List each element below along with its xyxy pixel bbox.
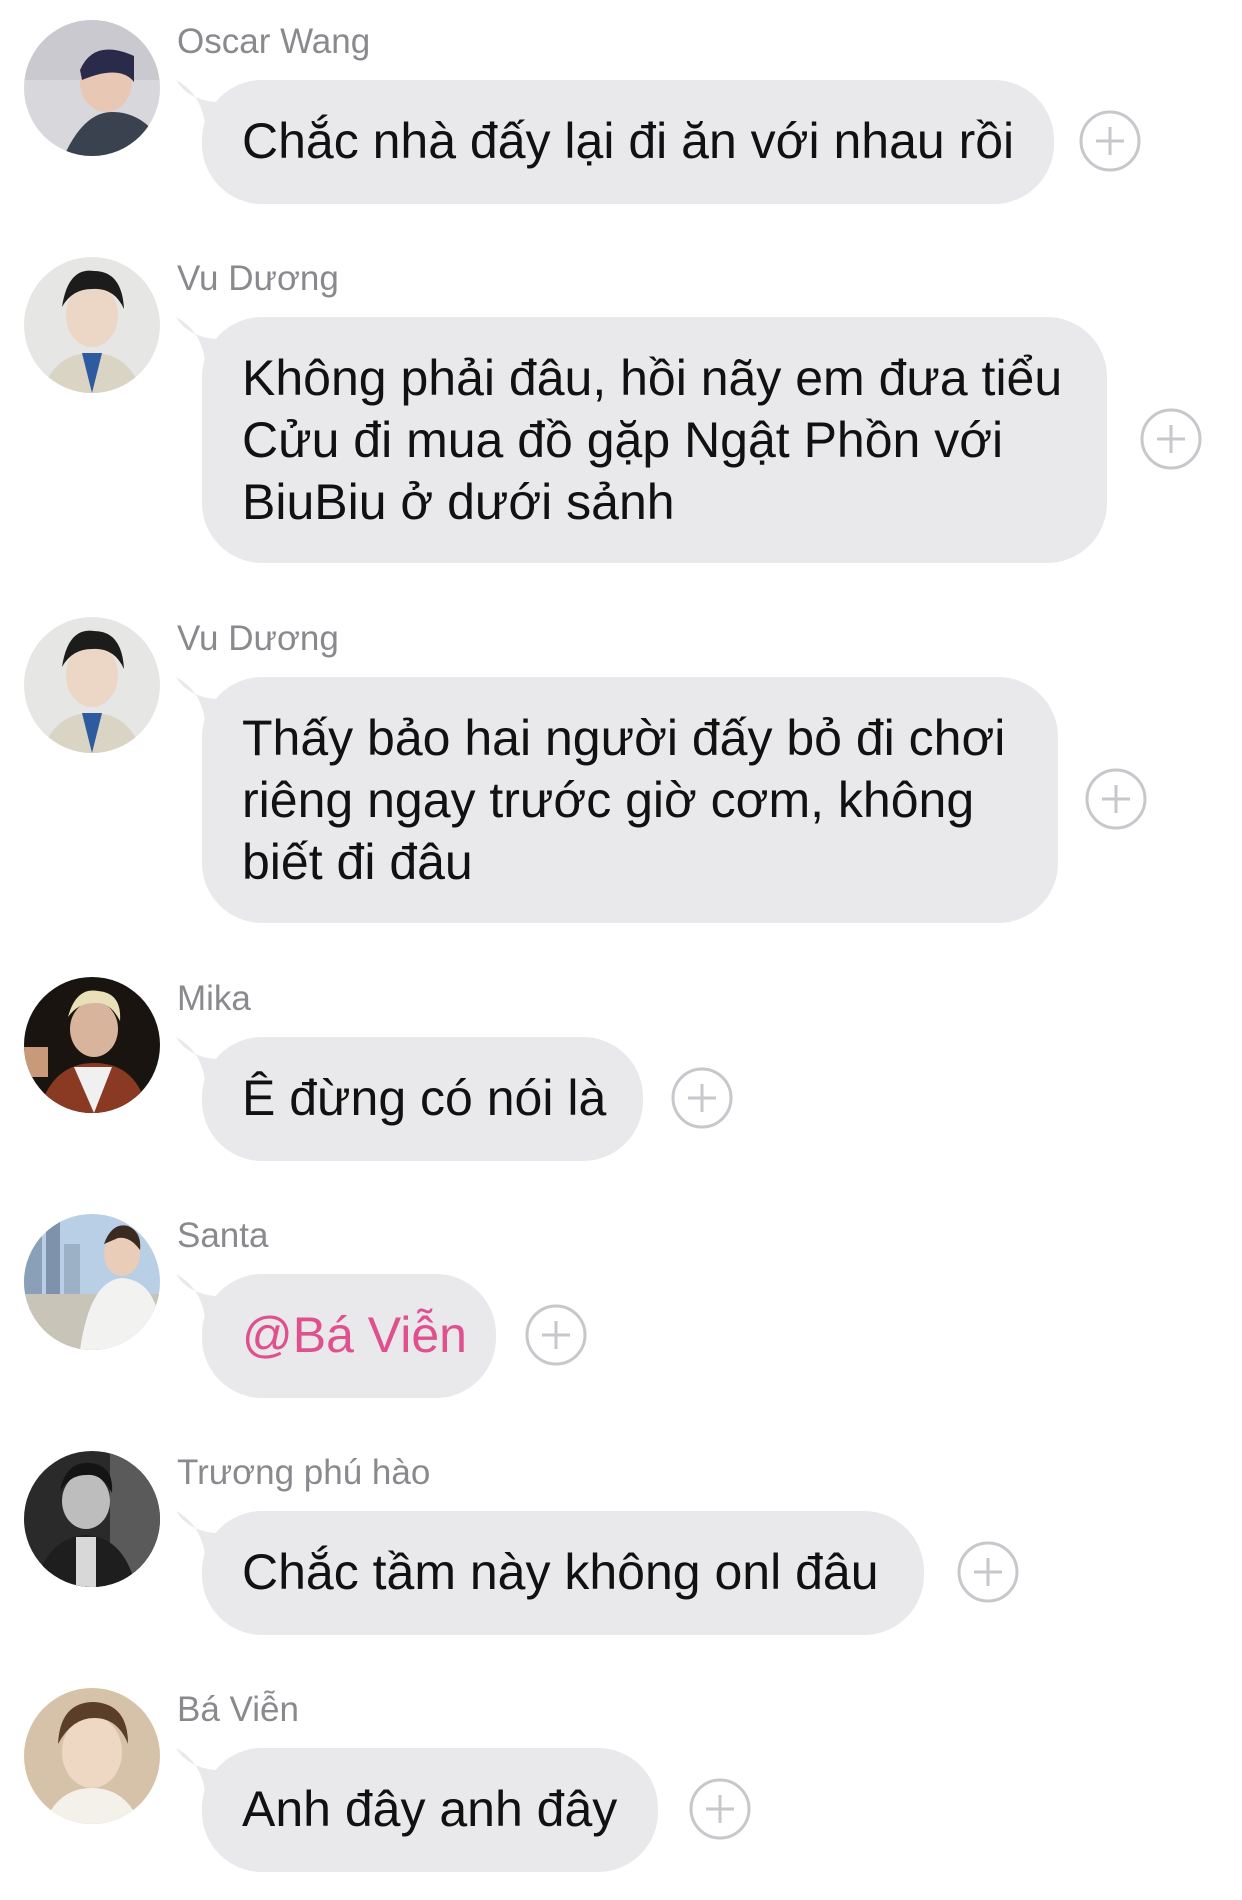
plus-circle-icon[interactable] — [957, 1541, 1019, 1603]
message-text: Ê đừng có nói là — [242, 1070, 607, 1126]
sender-name: Vu Dương — [177, 259, 339, 298]
avatar[interactable] — [24, 1451, 160, 1587]
sender-name: Oscar Wang — [177, 22, 371, 61]
mention-link[interactable]: @Bá Viễn — [242, 1307, 467, 1363]
message-text: Thấy bảo hai người đấy bỏ đi chơi riêng … — [242, 710, 1006, 890]
avatar[interactable] — [24, 617, 160, 753]
plus-circle-icon[interactable] — [671, 1067, 733, 1129]
plus-circle-icon[interactable] — [1085, 768, 1147, 830]
plus-circle-icon[interactable] — [525, 1304, 587, 1366]
message-text: Không phải đâu, hồi nãy em đưa tiểu Cửu … — [242, 350, 1063, 530]
sender-name: Mika — [177, 979, 251, 1018]
message-text: Anh đây anh đây — [242, 1781, 618, 1837]
sender-name: Santa — [177, 1216, 269, 1255]
message-bubble[interactable]: Anh đây anh đây — [202, 1748, 658, 1872]
avatar[interactable] — [24, 1214, 160, 1350]
avatar[interactable] — [24, 977, 160, 1113]
message-bubble[interactable]: Chắc nhà đấy lại đi ăn với nhau rồi — [202, 80, 1054, 204]
avatar[interactable] — [24, 257, 160, 393]
plus-circle-icon[interactable] — [1079, 110, 1141, 172]
plus-circle-icon[interactable] — [1140, 408, 1202, 470]
message-text: Chắc nhà đấy lại đi ăn với nhau rồi — [242, 113, 1015, 169]
sender-name: Trương phú hào — [177, 1453, 431, 1492]
message-bubble[interactable]: @Bá Viễn — [202, 1274, 496, 1398]
sender-name: Bá Viễn — [177, 1690, 299, 1729]
message-bubble[interactable]: Ê đừng có nói là — [202, 1037, 643, 1161]
plus-circle-icon[interactable] — [689, 1778, 751, 1840]
avatar[interactable] — [24, 1688, 160, 1824]
message-bubble[interactable]: Thấy bảo hai người đấy bỏ đi chơi riêng … — [202, 677, 1058, 923]
sender-name: Vu Dương — [177, 619, 339, 658]
avatar[interactable] — [24, 20, 160, 156]
message-text: Chắc tầm này không onl đâu — [242, 1544, 879, 1600]
message-bubble[interactable]: Chắc tầm này không onl đâu — [202, 1511, 924, 1635]
message-bubble[interactable]: Không phải đâu, hồi nãy em đưa tiểu Cửu … — [202, 317, 1107, 563]
